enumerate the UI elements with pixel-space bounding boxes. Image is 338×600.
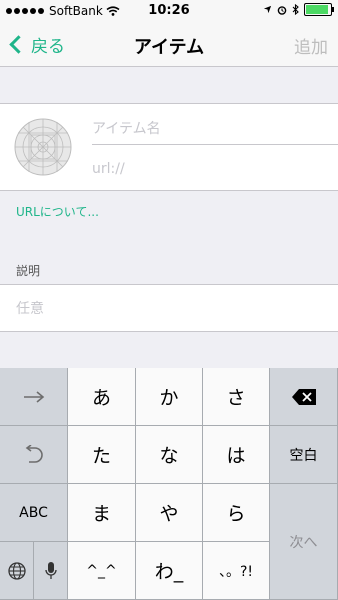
keyboard-key-a[interactable]: あ [68, 368, 136, 426]
keyboard-key-ya[interactable]: や [136, 484, 203, 542]
keyboard-key-punctuation[interactable]: 、。?! [203, 542, 270, 600]
backspace-icon [291, 388, 316, 405]
keyboard-abc-key[interactable]: ABC [0, 484, 68, 542]
keyboard-arrow-right-key[interactable] [0, 368, 68, 426]
keyboard-key-ka[interactable]: か [136, 368, 203, 426]
keyboard-globe-key[interactable] [0, 542, 34, 600]
keyboard-undo-key[interactable] [0, 426, 68, 484]
keyboard-key-ma[interactable]: ま [68, 484, 136, 542]
description-section-header: 説明 [16, 264, 41, 278]
microphone-icon [44, 561, 57, 579]
kana-keyboard: あ か さ た な は 空白 ABC ま や ら 次へ ^_^ わ_ 、。?! [0, 368, 338, 600]
globe-icon [7, 561, 26, 580]
page-title: アイテム [133, 37, 205, 58]
battery-icon [304, 3, 334, 16]
keyboard-key-wa[interactable]: わ_ [136, 542, 203, 600]
item-icon-placeholder[interactable] [14, 118, 72, 176]
keyboard-mic-key[interactable] [34, 542, 68, 600]
keyboard-space-key[interactable]: 空白 [270, 426, 338, 484]
status-bar: SoftBank 10:26 [0, 0, 338, 22]
add-button[interactable]: 追加 [294, 33, 328, 58]
item-name-input[interactable]: アイテム名 [92, 118, 338, 145]
location-arrow-icon [263, 5, 272, 14]
navigation-bar: 戻る アイテム 追加 [0, 22, 338, 67]
keyboard-delete-key[interactable] [270, 368, 338, 426]
url-about-link[interactable]: URLについて... [16, 203, 99, 220]
bluetooth-icon [292, 4, 299, 15]
alarm-icon [277, 5, 287, 15]
keyboard-key-na[interactable]: な [136, 426, 203, 484]
keyboard-key-ta[interactable]: た [68, 426, 136, 484]
grid-template-icon [14, 118, 72, 176]
url-input[interactable]: url:// [92, 161, 125, 177]
arrow-right-icon [23, 390, 44, 403]
description-section: 任意 [0, 284, 338, 332]
undo-icon [25, 444, 43, 463]
keyboard-key-ra[interactable]: ら [203, 484, 270, 542]
item-info-section: アイテム名 url:// [0, 103, 338, 191]
keyboard-key-ha[interactable]: は [203, 426, 270, 484]
keyboard-key-sa[interactable]: さ [203, 368, 270, 426]
keyboard-key-emoticon[interactable]: ^_^ [68, 542, 136, 600]
description-input[interactable]: 任意 [16, 298, 44, 318]
keyboard-next-key[interactable]: 次へ [270, 484, 338, 600]
